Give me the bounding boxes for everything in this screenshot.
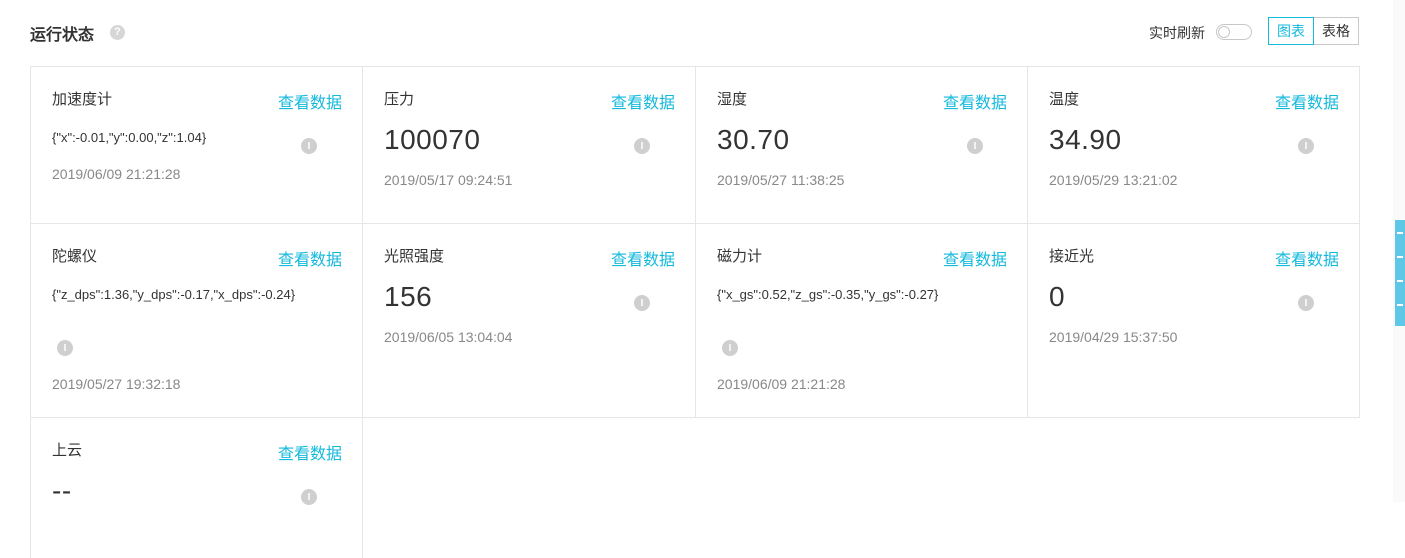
property-timestamp: 2019/05/27 19:32:18 bbox=[52, 376, 181, 392]
info-icon[interactable] bbox=[1298, 295, 1314, 311]
view-data-link[interactable]: 查看数据 bbox=[278, 246, 342, 270]
property-value: -- bbox=[52, 475, 72, 506]
property-timestamp: 2019/05/17 09:24:51 bbox=[384, 172, 513, 188]
info-icon[interactable] bbox=[301, 138, 317, 154]
property-card-grid: 加速度计 查看数据 {"x":-0.01,"y":0.00,"z":1.04} … bbox=[30, 66, 1360, 558]
property-value: 156 bbox=[384, 281, 433, 312]
property-card-humidity: 湿度 查看数据 30.70 2019/05/27 11:38:25 bbox=[696, 67, 1028, 224]
info-icon[interactable] bbox=[634, 138, 650, 154]
page-title: 运行状态 bbox=[30, 27, 95, 44]
property-card-illuminance: 光照强度 查看数据 156 2019/06/05 13:04:04 bbox=[363, 224, 696, 418]
property-timestamp: 2019/06/09 21:21:28 bbox=[717, 376, 846, 392]
view-chart-button[interactable]: 图表 bbox=[1268, 17, 1314, 45]
property-card-proximity: 接近光 查看数据 0 2019/04/29 15:37:50 bbox=[1028, 224, 1360, 418]
side-feedback-tab[interactable] bbox=[1395, 220, 1405, 326]
view-table-button[interactable]: 表格 bbox=[1313, 17, 1359, 45]
property-value: {"x_gs":0.52,"z_gs":-0.35,"y_gs":-0.27} bbox=[717, 287, 939, 302]
property-value: 100070 bbox=[384, 124, 481, 155]
view-data-link[interactable]: 查看数据 bbox=[943, 89, 1007, 113]
info-icon[interactable] bbox=[634, 295, 650, 311]
view-data-link[interactable]: 查看数据 bbox=[1275, 89, 1339, 113]
property-value: {"x":-0.01,"y":0.00,"z":1.04} bbox=[52, 130, 207, 145]
realtime-refresh-toggle[interactable] bbox=[1216, 24, 1252, 40]
view-switch: 图表 表格 bbox=[1268, 17, 1359, 45]
info-icon[interactable] bbox=[301, 489, 317, 505]
property-timestamp: 2019/05/29 13:21:02 bbox=[1049, 172, 1178, 188]
realtime-refresh-label: 实时刷新 bbox=[1149, 25, 1205, 41]
side-tab-mark bbox=[1397, 256, 1403, 258]
property-card-cloud: 上云 查看数据 -- bbox=[31, 418, 363, 558]
property-value: 30.70 bbox=[717, 124, 790, 155]
side-tab-mark bbox=[1397, 304, 1403, 306]
property-timestamp: 2019/06/09 21:21:28 bbox=[52, 166, 181, 182]
view-data-link[interactable]: 查看数据 bbox=[278, 89, 342, 113]
property-timestamp: 2019/05/27 11:38:25 bbox=[717, 172, 845, 188]
property-value: 34.90 bbox=[1049, 124, 1122, 155]
property-timestamp: 2019/06/05 13:04:04 bbox=[384, 329, 513, 345]
view-data-link[interactable]: 查看数据 bbox=[943, 246, 1007, 270]
property-timestamp: 2019/04/29 15:37:50 bbox=[1049, 329, 1178, 345]
question-circle-icon[interactable]: ? bbox=[110, 25, 125, 40]
view-data-link[interactable]: 查看数据 bbox=[611, 246, 675, 270]
property-card-magnetometer: 磁力计 查看数据 {"x_gs":0.52,"z_gs":-0.35,"y_gs… bbox=[696, 224, 1028, 418]
info-icon[interactable] bbox=[57, 340, 73, 356]
toggle-knob bbox=[1218, 26, 1230, 38]
property-card-pressure: 压力 查看数据 100070 2019/05/17 09:24:51 bbox=[363, 67, 696, 224]
view-data-link[interactable]: 查看数据 bbox=[611, 89, 675, 113]
property-value: 0 bbox=[1049, 281, 1066, 312]
property-card-temperature: 温度 查看数据 34.90 2019/05/29 13:21:02 bbox=[1028, 67, 1360, 224]
side-tab-mark bbox=[1397, 280, 1403, 282]
side-tab-mark bbox=[1397, 232, 1403, 234]
view-data-link[interactable]: 查看数据 bbox=[278, 440, 342, 464]
info-icon[interactable] bbox=[1298, 138, 1314, 154]
property-card-accelerometer: 加速度计 查看数据 {"x":-0.01,"y":0.00,"z":1.04} … bbox=[31, 67, 363, 224]
info-icon[interactable] bbox=[722, 340, 738, 356]
property-value: {"z_dps":1.36,"y_dps":-0.17,"x_dps":-0.2… bbox=[52, 287, 296, 302]
property-card-gyroscope: 陀螺仪 查看数据 {"z_dps":1.36,"y_dps":-0.17,"x_… bbox=[31, 224, 363, 418]
info-icon[interactable] bbox=[967, 138, 983, 154]
status-header: 运行状态 ? 实时刷新 图表 表格 bbox=[30, 16, 1359, 46]
view-data-link[interactable]: 查看数据 bbox=[1275, 246, 1339, 270]
